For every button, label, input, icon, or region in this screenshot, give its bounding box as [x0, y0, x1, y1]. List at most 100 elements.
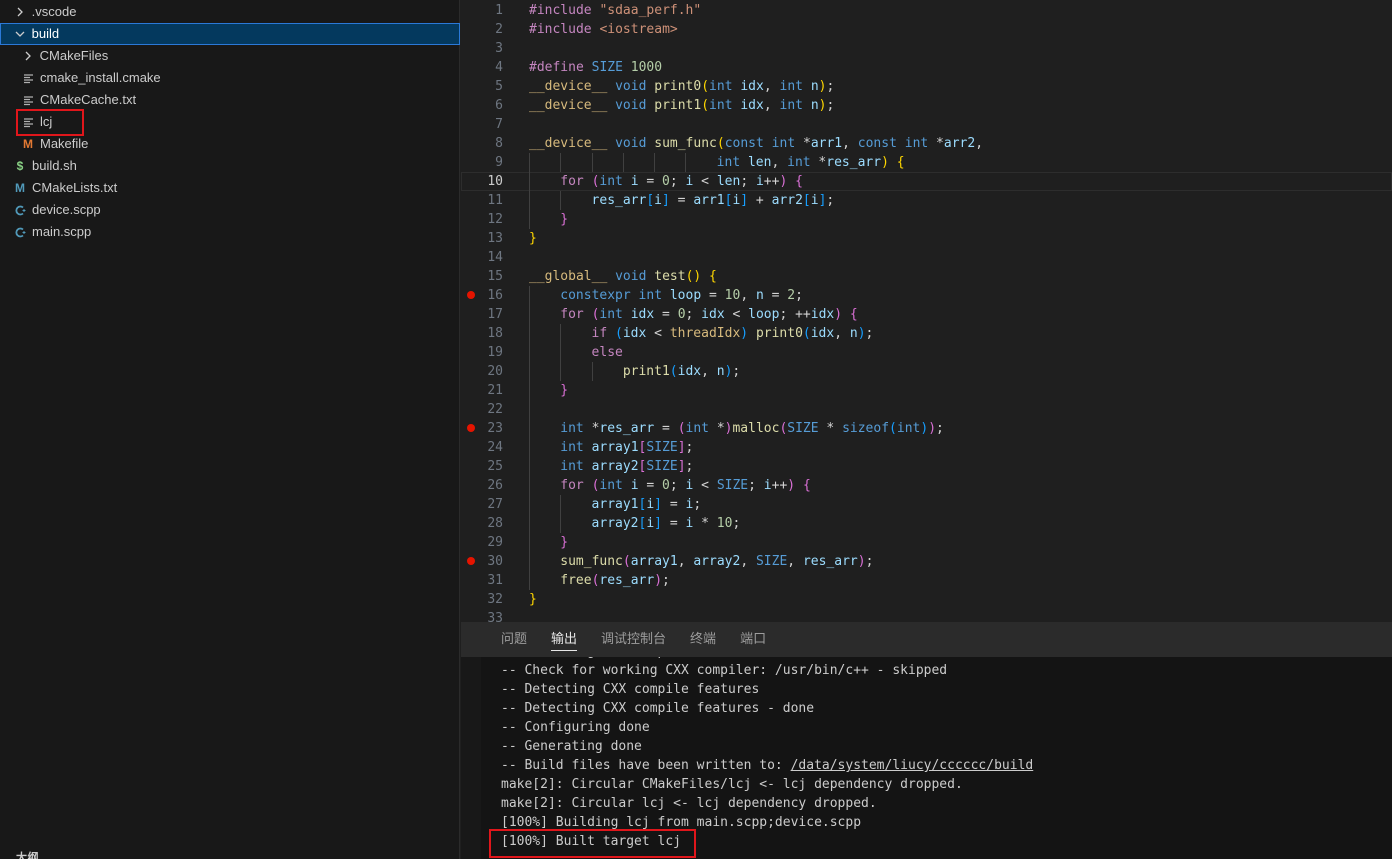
code-token: (: [889, 421, 897, 436]
code-line[interactable]: 4 #define SIZE 1000: [461, 58, 1392, 77]
tree-item-cmakefiles[interactable]: CMakeFiles: [0, 45, 460, 67]
code-token: ; ++: [779, 307, 811, 322]
panel-tab-debug-console[interactable]: 调试控制台: [601, 623, 666, 657]
outline-section-header[interactable]: 大纲: [16, 849, 39, 859]
tree-item-vscode[interactable]: .vscode: [0, 1, 460, 23]
code-line[interactable]: 30 sum_func(array1, array2, SIZE, res_arr…: [461, 552, 1392, 571]
code-token: ;: [865, 326, 874, 341]
code-line[interactable]: 2 #include <iostream>: [461, 20, 1392, 39]
code-token: sizeof: [842, 421, 890, 436]
code-line[interactable]: 11 res_arr[i] = arr1[i] + arr2[i];: [461, 191, 1392, 210]
code-token: ;: [685, 307, 702, 322]
code-token: =: [669, 193, 694, 208]
tree-item-build-sh[interactable]: $ build.sh: [0, 155, 460, 177]
chevron-down-icon: [12, 26, 28, 42]
code-line[interactable]: 19 else: [461, 343, 1392, 362]
code-text: for (int idx = 0; idx < loop; ++idx) {: [560, 305, 857, 324]
code-token: __device__: [529, 79, 608, 94]
code-line[interactable]: 23 int *res_arr = (int *)malloc(SIZE * si…: [461, 419, 1392, 438]
code-token: (: [669, 364, 678, 379]
code-line[interactable]: 22: [461, 400, 1392, 419]
code-token: ,: [701, 364, 717, 379]
output-line: make[2]: Circular lcj <- lcj dependency …: [501, 794, 877, 813]
indent-guide: [529, 400, 530, 419]
cpp-icon: [12, 224, 28, 240]
code-line[interactable]: 25 int array2[SIZE];: [461, 457, 1392, 476]
code-line[interactable]: 12}: [461, 210, 1392, 229]
code-token: int: [716, 155, 741, 170]
panel-tab-problems[interactable]: 问题: [501, 623, 527, 657]
panel-tab-terminal[interactable]: 终端: [690, 623, 716, 657]
code-line[interactable]: 8 __device__ void sum_func(const int *arr…: [461, 134, 1392, 153]
code-token: *: [810, 155, 827, 170]
tree-item-makefile[interactable]: M Makefile: [0, 133, 460, 155]
code-token: ,: [975, 136, 984, 151]
code-line[interactable]: 10 for (int i = 0; i < len; i++) {: [461, 172, 1392, 191]
tree-item-cmakelists-txt[interactable]: M CMakeLists.txt: [0, 177, 460, 199]
panel-tab-output[interactable]: 输出: [551, 623, 578, 657]
code-text: else: [592, 343, 623, 362]
code-text: constexpr int loop = 10, n = 2;: [560, 286, 803, 305]
code-editor[interactable]: 1 #include "sdaa_perf.h" 2 #include <iostre…: [461, 0, 1392, 626]
lines-icon: [20, 70, 36, 86]
tree-item-cmake-install-cmake[interactable]: cmake_install.cmake: [0, 67, 460, 89]
line-number: 11: [487, 193, 503, 208]
code-line[interactable]: 26 for (int i = 0; i < SIZE; i++) {: [461, 476, 1392, 495]
line-number: 25: [487, 459, 503, 474]
code-text: array1[i] = i;: [592, 495, 702, 514]
code-line[interactable]: 6 __device__ void print1(int idx, int n);: [461, 96, 1392, 115]
output-text: make[2]: Circular lcj <- lcj dependency …: [501, 796, 877, 811]
code-line[interactable]: 31 free(res_arr);: [461, 571, 1392, 590]
code-line[interactable]: 21}: [461, 381, 1392, 400]
code-line[interactable]: 14: [461, 248, 1392, 267]
tree-item-device-scpp[interactable]: device.scpp: [0, 199, 460, 221]
code-line[interactable]: 17 for (int idx = 0; idx < loop; ++idx) {: [461, 305, 1392, 324]
code-line[interactable]: 3: [461, 39, 1392, 58]
code-token: (: [802, 326, 811, 341]
code-line[interactable]: 15 __global__ void test() {: [461, 267, 1392, 286]
tree-item-build[interactable]: build: [0, 23, 460, 45]
code-line[interactable]: 29}: [461, 533, 1392, 552]
code-line[interactable]: 13}: [461, 229, 1392, 248]
code-token: ): [834, 307, 843, 322]
code-token: int: [904, 136, 929, 151]
indent-guide: [529, 571, 530, 590]
code-token: ]: [677, 459, 686, 474]
code-line[interactable]: 16 constexpr int loop = 10, n = 2;: [461, 286, 1392, 305]
code-token: ,: [763, 98, 780, 113]
output-line: make[2]: Circular CMakeFiles/lcj <- lcj …: [501, 775, 963, 794]
code-line[interactable]: 20 print1(idx, n);: [461, 362, 1392, 381]
code-line[interactable]: 1 #include "sdaa_perf.h": [461, 1, 1392, 20]
code-token: (: [716, 136, 725, 151]
code-line[interactable]: 32}: [461, 590, 1392, 609]
tree-item-main-scpp[interactable]: main.scpp: [0, 221, 460, 243]
code-token: 0: [662, 174, 670, 189]
output-path-link[interactable]: /data/system/liucy/cccccc/build: [791, 758, 1034, 773]
output-text: [100%] Building lcj from main.scpp;devic…: [501, 815, 862, 830]
code-token: res_arr: [599, 573, 655, 588]
code-line[interactable]: 9 int len, int *res_arr) {: [461, 153, 1392, 172]
code-line[interactable]: 24 int array1[SIZE];: [461, 438, 1392, 457]
code-token: ++: [771, 478, 788, 493]
code-token: =: [662, 497, 686, 512]
code-line[interactable]: 18 if (idx < threadIdx) print0(idx, n);: [461, 324, 1392, 343]
indent-guide: [591, 153, 593, 172]
code-text: array2[i] = i * 10;: [592, 514, 741, 533]
code-line[interactable]: 27 array1[i] = i;: [461, 495, 1392, 514]
line-number: 29: [487, 535, 503, 550]
tree-item-cmakecache-txt[interactable]: CMakeCache.txt: [0, 89, 460, 111]
code-token: loop: [669, 288, 702, 303]
code-token: =: [763, 288, 788, 303]
code-token: array2: [591, 516, 639, 531]
code-token: SIZE: [755, 554, 788, 569]
panel-tab-ports[interactable]: 端口: [740, 623, 766, 657]
code-line[interactable]: 28 array2[i] = i * 10;: [461, 514, 1392, 533]
code-line[interactable]: 7: [461, 115, 1392, 134]
code-token: ;: [826, 193, 835, 208]
code-token: ,: [677, 554, 694, 569]
code-line[interactable]: 5 __device__ void print0(int idx, int n);: [461, 77, 1392, 96]
